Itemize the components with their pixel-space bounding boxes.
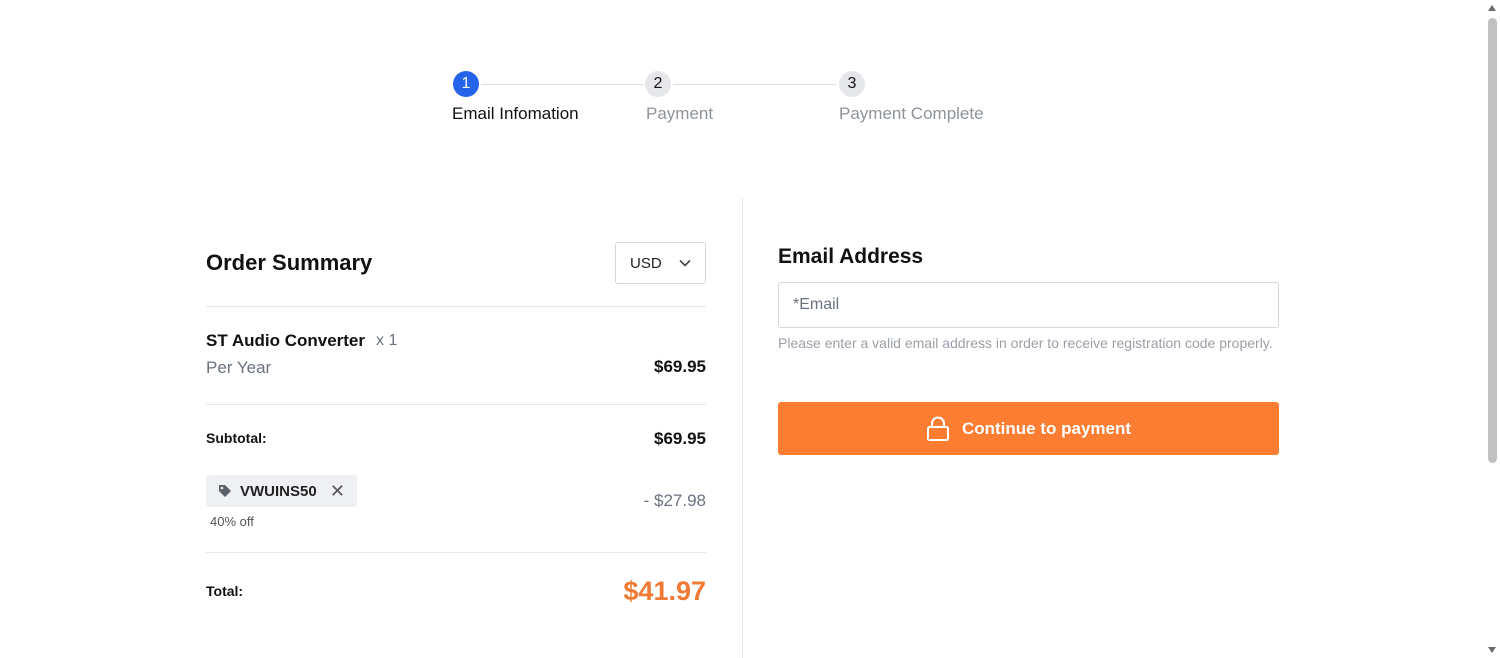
step-connector [481, 84, 644, 85]
total-value: $41.97 [623, 576, 706, 606]
tag-icon [219, 485, 231, 497]
chevron-down-icon [679, 259, 691, 267]
divider [206, 404, 706, 405]
lock-icon [926, 416, 949, 441]
divider [206, 306, 706, 307]
step-1-label: Email Infomation [452, 104, 579, 123]
step-connector [673, 84, 837, 85]
subtotal-value: $69.95 [654, 429, 706, 448]
step-1-circle: 1 [453, 71, 479, 97]
remove-coupon-close-icon[interactable]: ✕ [330, 481, 345, 502]
order-summary-title: Order Summary [206, 250, 373, 275]
email-title: Email Address [778, 245, 924, 268]
step-3-label: Payment Complete [839, 104, 984, 123]
scrollbar-thumb[interactable] [1488, 18, 1497, 463]
divider [206, 552, 706, 553]
total-label: Total: [206, 583, 244, 599]
continue-to-payment-label: Continue to payment [961, 418, 1132, 438]
product-name: ST Audio Converter [206, 331, 365, 350]
coupon-badge: VWUINS50 ✕ [206, 475, 357, 507]
email-field[interactable] [778, 282, 1279, 328]
continue-to-payment-button[interactable]: Continue to payment [778, 402, 1279, 455]
scroll-up-icon[interactable] [1488, 5, 1496, 11]
product-period: Per Year [206, 358, 272, 377]
column-divider [742, 198, 743, 658]
product-price: $69.95 [654, 357, 706, 376]
currency-value: USD [630, 254, 662, 272]
scroll-down-icon[interactable] [1488, 647, 1496, 653]
step-2-label: Payment [646, 104, 714, 123]
email-hint: Please enter a valid email address in or… [778, 335, 1273, 351]
currency-select[interactable]: USD [615, 242, 706, 284]
step-2-circle: 2 [645, 71, 671, 97]
product-quantity: x 1 [376, 332, 398, 349]
scrollbar[interactable] [1484, 0, 1500, 658]
coupon-off-text: 40% off [210, 514, 254, 529]
step-3-circle: 3 [839, 71, 865, 97]
discount-value: - $27.98 [643, 491, 706, 510]
subtotal-label: Subtotal: [206, 430, 267, 446]
coupon-code: VWUINS50 [240, 482, 317, 500]
